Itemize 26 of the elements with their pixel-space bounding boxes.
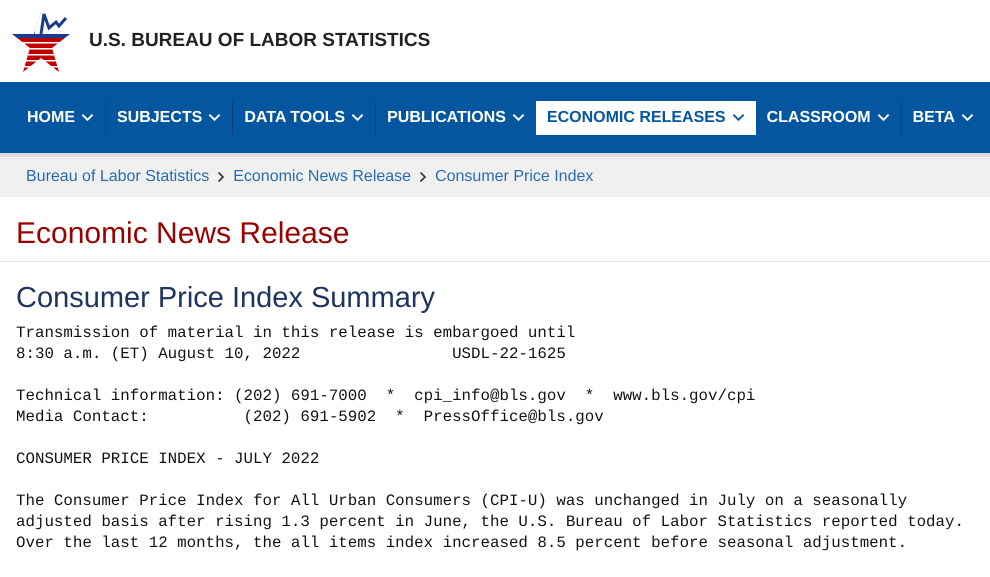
nav-menu-item[interactable]: DATA TOOLS — [233, 100, 376, 134]
chevron-down-icon — [81, 113, 94, 122]
nav-menu-item[interactable]: BETA — [902, 100, 985, 134]
release-text: Technical information: (202) 691-7000 * cpi_info@bls.gov * www.bls.gov/cpi Media Contact: (202) 691-5902 * PressOffice@bls.gov — [16, 386, 756, 428]
release-text: CONSUMER PRICE INDEX - JULY 2022 — [16, 449, 320, 470]
nav-menu-item[interactable]: ECONOMIC RELEASES — [536, 100, 756, 134]
chevron-down-icon — [512, 113, 525, 122]
chevron-down-icon — [351, 113, 364, 122]
breadcrumb-link[interactable]: Consumer Price Index — [435, 168, 594, 186]
page-title: Economic News Release — [0, 197, 990, 262]
chevron-down-icon — [732, 113, 745, 122]
chevron-down-icon — [960, 113, 974, 122]
nav-menu-item[interactable]: PUBLICATIONS — [376, 100, 536, 134]
breadcrumb-link[interactable]: Economic News Release — [233, 168, 412, 186]
chevron-down-icon — [208, 113, 222, 122]
nav-menu-item[interactable]: SUBJECTS — [106, 100, 232, 134]
chevron-right-icon — [419, 171, 428, 183]
release-text: The Consumer Price Index for All Urban Consumers (CPI-U) was unchanged in July on a seasonally adjusted basis after rising 1.3 percent in June, the U.S. Bureau of Labor Statistics reported today. Over the last 12 months, the all items index increased 8.5 percent before seasonal adjustment. — [16, 491, 965, 554]
site-title: U.S. BUREAU OF LABOR STATISTICS — [89, 30, 430, 52]
nav-menu-item[interactable]: CLASSROOM — [756, 100, 901, 134]
release-title: Consumer Price Index Summary — [15, 281, 436, 316]
chevron-down-icon — [876, 113, 890, 122]
breadcrumb-link[interactable]: Bureau of Labor Statistics — [26, 168, 210, 186]
release-text: Transmission of material in this release is embargoed until 8:30 a.m. (ET) August 10, 2022 USDL-22-1625 — [16, 323, 576, 365]
nav-menu-item[interactable]: HOME — [16, 100, 105, 134]
chevron-right-icon — [217, 171, 226, 183]
